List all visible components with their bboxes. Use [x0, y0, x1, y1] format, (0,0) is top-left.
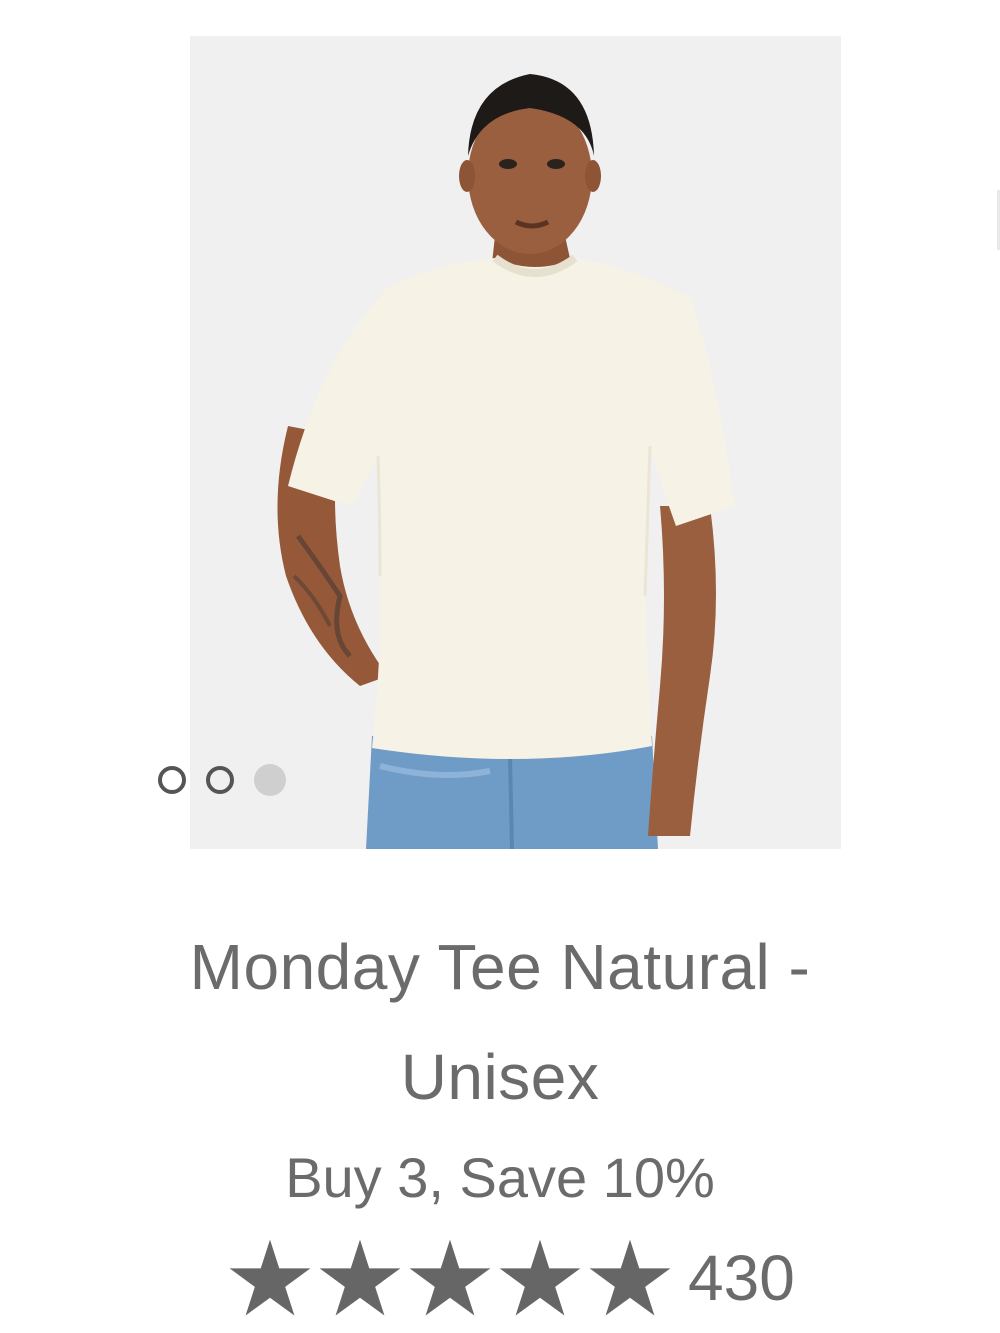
- star-icon: [496, 1238, 584, 1318]
- star-icon: [406, 1238, 494, 1318]
- product-rating[interactable]: 430: [226, 1238, 795, 1318]
- product-card[interactable]: Monday Tee Natural - Unisex Buy 3, Save …: [0, 0, 1000, 1333]
- review-count[interactable]: 430: [688, 1238, 795, 1318]
- product-title-line-2[interactable]: Unisex: [0, 1022, 1000, 1132]
- product-title-line-1[interactable]: Monday Tee Natural -: [0, 912, 1000, 1022]
- star-icon: [316, 1238, 404, 1318]
- carousel-dot-3-active[interactable]: [254, 764, 286, 796]
- carousel-dot-1[interactable]: [158, 766, 186, 794]
- product-title[interactable]: Monday Tee Natural - Unisex: [0, 912, 1000, 1132]
- star-icon: [226, 1238, 314, 1318]
- rating-stars: [226, 1238, 674, 1318]
- carousel-dot-2[interactable]: [206, 766, 234, 794]
- product-photo-illustration: [190, 36, 841, 849]
- carousel-dots: [158, 764, 286, 796]
- promo-text: Buy 3, Save 10%: [285, 1146, 715, 1209]
- star-icon: [586, 1238, 674, 1318]
- product-image[interactable]: [190, 36, 841, 849]
